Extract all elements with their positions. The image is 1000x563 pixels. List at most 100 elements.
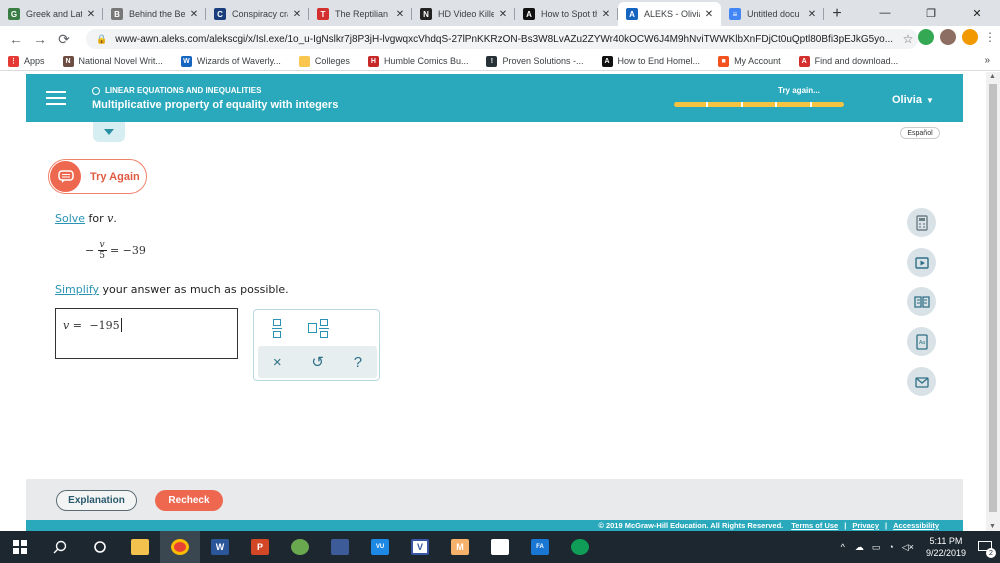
accessibility-link[interactable]: Accessibility [893,521,939,530]
clear-icon[interactable]: × [273,354,282,371]
maximize-icon[interactable]: ❐ [908,0,954,26]
language-toggle-button[interactable]: Español [900,127,940,139]
user-menu[interactable]: Olivia ▼ [892,94,934,106]
bookmark-item[interactable]: A How to End Homel... [601,55,701,67]
drawer-toggle-button[interactable] [93,122,125,142]
try-again-button[interactable]: Try Again [48,159,147,194]
close-window-icon[interactable]: ✕ [954,0,1000,26]
footer: © 2019 McGraw-Hill Education. All Rights… [26,520,963,531]
new-tab-button[interactable]: + [824,2,850,26]
chrome-icon[interactable] [160,531,200,563]
system-clock[interactable]: 5:11 PM 9/22/2019 [926,535,966,559]
bookmark-item[interactable]: W Wizards of Waverly... [180,55,281,67]
textbook-icon[interactable] [907,287,936,316]
answer-value[interactable]: −195 [89,319,119,332]
solve-link[interactable]: Solve [55,212,85,225]
bookmark-item[interactable]: ■ My Account [718,55,781,67]
browser-tab[interactable]: N HD Video Kille ✕ [412,2,515,26]
bookmark-label: Wizards of Waverly... [196,56,281,66]
visio-icon[interactable]: V [400,531,440,563]
topic-heading: LINEAR EQUATIONS AND INEQUALITIES [92,86,261,95]
terms-link[interactable]: Terms of Use [791,521,838,530]
bookmark-item[interactable]: H Humble Comics Bu... [367,55,468,67]
clock-date: 9/22/2019 [925,548,966,558]
battery-icon[interactable]: ▭ [872,542,881,553]
forward-icon[interactable]: → [28,27,52,51]
simplify-link[interactable]: Simplify [55,283,99,296]
tab-close-icon[interactable]: ✕ [394,9,406,20]
help-icon[interactable]: ? [354,354,362,371]
wifi-icon[interactable]: ◔ [888,542,893,552]
bookmark-item[interactable]: A Find and download... [798,55,898,67]
app-window-icon[interactable] [480,531,520,563]
fraction-template-icon[interactable] [272,318,282,338]
explanation-button[interactable]: Explanation [56,490,137,511]
bookmark-label: How to End Homel... [617,56,701,66]
calculator-icon[interactable] [907,208,936,237]
tab-close-icon[interactable]: ✕ [497,9,509,20]
app-blue-icon[interactable]: FA [520,531,560,563]
undo-icon[interactable]: ↺ [311,353,324,371]
file-explorer-icon[interactable] [120,531,160,563]
bookmark-item[interactable]: ! Proven Solutions -... [486,55,584,67]
tab-close-icon[interactable]: ✕ [600,9,612,20]
minimize-icon[interactable]: — [862,0,908,26]
bookmarks-overflow-icon[interactable]: » [984,55,990,66]
vudu-icon[interactable]: VU [360,531,400,563]
scroll-down-icon[interactable]: ▼ [989,523,996,530]
tab-close-icon[interactable]: ✕ [85,9,97,20]
extension-icon[interactable] [918,29,934,45]
privacy-link[interactable]: Privacy [852,521,879,530]
tab-close-icon[interactable]: ✕ [188,9,200,20]
search-icon[interactable] [40,531,80,563]
browser-tab[interactable]: ≡ Untitled docu ✕ [721,2,824,26]
message-icon[interactable] [907,367,936,396]
bookmark-star-icon[interactable]: ☆ [898,32,918,46]
paint-icon[interactable] [280,531,320,563]
word-icon[interactable]: W [200,531,240,563]
mixed-number-template-icon[interactable] [308,318,329,338]
volume-icon[interactable]: ◁× [902,542,914,553]
hangouts-icon[interactable] [560,531,600,563]
back-icon[interactable]: ← [4,27,28,51]
url-text[interactable]: www-awn.aleks.com/alekscgi/x/Isl.exe/1o_… [115,34,898,45]
cortana-icon[interactable] [80,531,120,563]
tab-title: ALEKS - Olivia [644,9,700,19]
tab-close-icon[interactable]: ✕ [806,9,818,20]
tab-close-icon[interactable]: ✕ [291,9,303,20]
browser-tab[interactable]: A ALEKS - Olivia ✕ [618,2,721,26]
scroll-up-icon[interactable]: ▲ [989,73,996,80]
topic-circle-icon [92,86,100,95]
update-icon[interactable] [962,29,978,45]
page-scrollbar[interactable]: ▲ ▼ [986,72,1000,531]
dictionary-icon[interactable]: Aa [907,327,936,356]
notifications-button[interactable]: 2 [974,536,996,558]
bookmark-item[interactable]: Colleges [298,55,350,67]
hamburger-menu-icon[interactable] [46,91,66,105]
powerpoint-icon[interactable]: P [240,531,280,563]
windows-start-icon[interactable] [0,531,40,563]
chat-bubble-icon [50,161,81,192]
video-icon[interactable] [907,248,936,277]
browser-tab[interactable]: G Greek and Latin✕ [0,2,103,26]
profile-avatar[interactable] [940,29,956,45]
browser-tab[interactable]: T The Reptilian E ✕ [309,2,412,26]
progress-segment [777,102,812,107]
tray-chevron-icon[interactable]: ^ [841,542,845,552]
bookmark-item[interactable]: ⋮ Apps [8,55,45,67]
browser-tab[interactable]: A How to Spot th ✕ [515,2,618,26]
bookmark-item[interactable]: N National Novel Writ... [62,55,163,67]
app-m-icon[interactable]: M [440,531,480,563]
browser-tab[interactable]: B Behind the Bel ✕ [103,2,206,26]
photo-app-icon[interactable] [320,531,360,563]
answer-input[interactable]: v = −195 [55,308,238,359]
browser-menu-icon[interactable]: ⋮ [984,30,996,44]
cloud-icon[interactable]: ☁ [855,542,864,553]
recheck-button[interactable]: Recheck [155,490,223,511]
tab-close-icon[interactable]: ✕ [703,9,715,20]
address-bar[interactable]: 🔒 www-awn.aleks.com/alekscgi/x/Isl.exe/1… [86,29,918,49]
browser-tab[interactable]: C Conspiracy cra ✕ [206,2,309,26]
scrollbar-thumb[interactable] [989,84,997,512]
reload-icon[interactable]: ⟳ [52,27,76,51]
tab-title: HD Video Kille [438,9,494,19]
